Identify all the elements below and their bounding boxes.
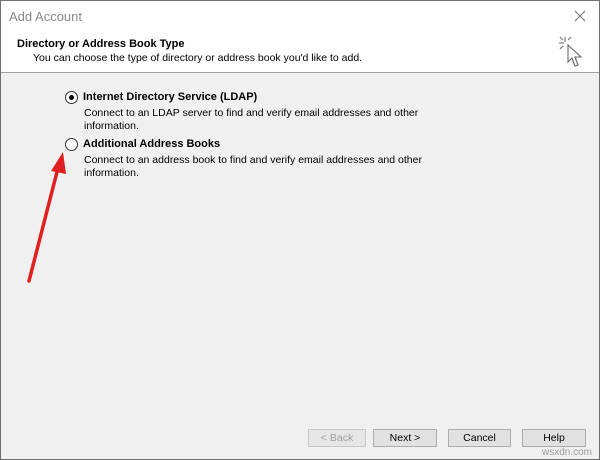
- option-ldap: Internet Directory Service (LDAP) Connec…: [65, 89, 485, 133]
- additional-address-books-label[interactable]: Additional Address Books: [83, 138, 220, 150]
- additional-address-books-description: Connect to an address book to find and v…: [84, 154, 422, 179]
- title-bar: Add Account: [1, 1, 599, 32]
- cancel-button[interactable]: Cancel: [448, 429, 511, 447]
- back-button[interactable]: < Back: [308, 429, 366, 447]
- watermark: wsxdn.com: [541, 447, 592, 458]
- help-button[interactable]: Help: [522, 429, 586, 447]
- account-type-options: Internet Directory Service (LDAP) Connec…: [65, 89, 485, 180]
- wizard-buttons: < Back Next > Cancel Help: [1, 429, 599, 449]
- ldap-radio[interactable]: [65, 90, 78, 104]
- add-account-dialog: Add Account Directory or Address Book Ty…: [0, 0, 600, 460]
- close-button[interactable]: [569, 5, 591, 27]
- page-subtitle: You can choose the type of directory or …: [33, 52, 363, 64]
- additional-address-books-radio[interactable]: [65, 137, 78, 151]
- next-button[interactable]: Next >: [373, 429, 437, 447]
- close-icon: [574, 10, 586, 22]
- window-title: Add Account: [9, 9, 82, 24]
- ldap-description: Connect to an LDAP server to find and ve…: [84, 107, 419, 132]
- page-title: Directory or Address Book Type: [17, 38, 185, 50]
- ldap-label[interactable]: Internet Directory Service (LDAP): [83, 91, 257, 103]
- option-additional-address-books: Additional Address Books Connect to an a…: [65, 136, 485, 180]
- wizard-header: Directory or Address Book Type You can c…: [1, 32, 599, 73]
- wizard-cursor-icon: [559, 36, 583, 67]
